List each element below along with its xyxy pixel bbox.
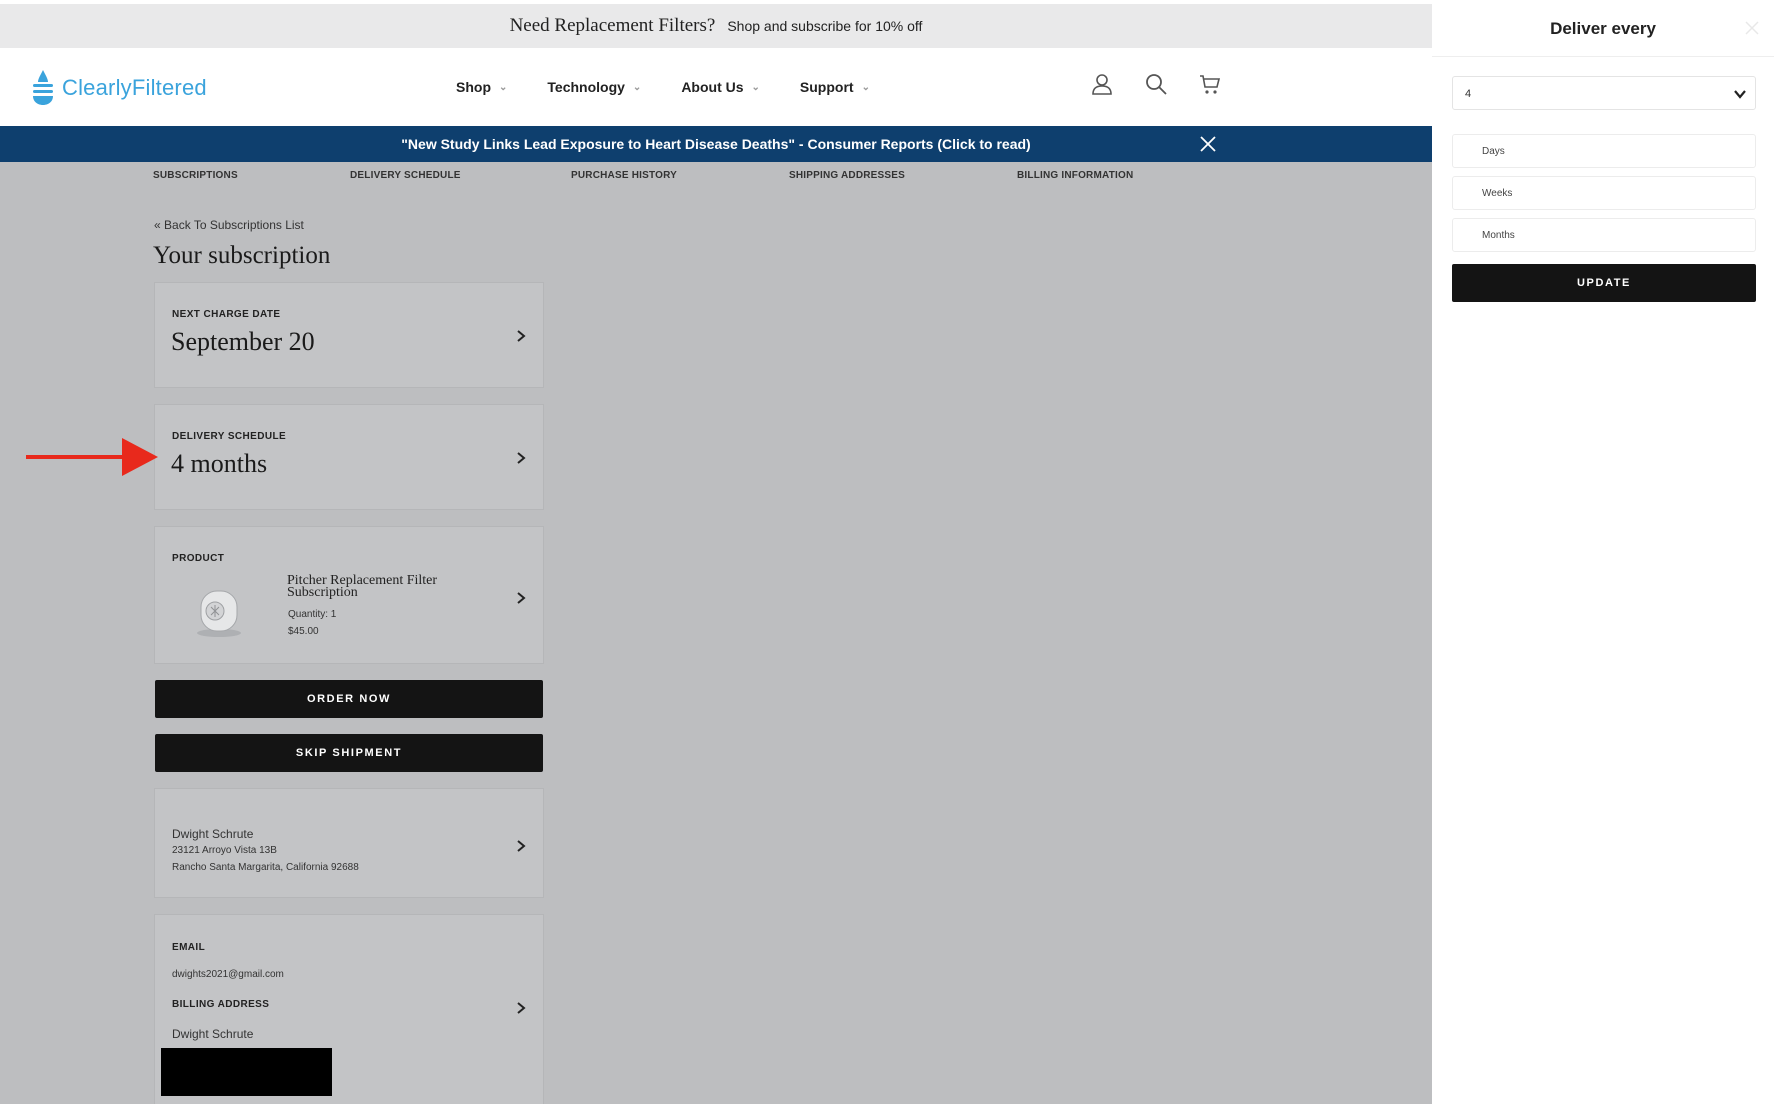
nav-label: Support	[799, 79, 854, 95]
promo-bar[interactable]: Need Replacement Filters? Shop and subsc…	[0, 4, 1432, 48]
back-link[interactable]: « Back To Subscriptions List	[154, 218, 304, 232]
chevron-down-icon: ⌄	[499, 81, 508, 93]
interval-count-select[interactable]: 4	[1452, 76, 1756, 110]
double-chevron-left-icon: «	[154, 218, 161, 232]
promo-subtext: Shop and subscribe for 10% off	[727, 18, 923, 34]
back-label: Back To Subscriptions List	[164, 218, 304, 232]
delivery-schedule-label: DELIVERY SCHEDULE	[172, 431, 287, 442]
nav-label: Shop	[456, 79, 491, 95]
email-value: dwights2021@gmail.com	[172, 969, 284, 980]
update-button[interactable]: UPDATE	[1452, 264, 1756, 302]
alert-banner[interactable]: "New Study Links Lead Exposure to Heart …	[0, 126, 1432, 162]
close-icon[interactable]	[1198, 134, 1218, 154]
order-now-button[interactable]: ORDER NOW	[155, 680, 543, 718]
next-charge-label: NEXT CHARGE DATE	[172, 309, 281, 320]
site-header: ClearlyFiltered Shop ⌄ Technology ⌄ Abou…	[0, 48, 1432, 126]
promo-headline: Need Replacement Filters?	[509, 15, 716, 36]
product-name: Pitcher Replacement Filter Subscription	[287, 573, 438, 600]
chevron-down-icon: ⌄	[632, 81, 642, 93]
chevron-down-icon: ⌄	[861, 81, 870, 93]
shipping-name: Dwight Schrute	[172, 827, 254, 841]
deliver-every-panel: Deliver every 4 Days Weeks Months UPDATE	[1432, 0, 1774, 1108]
search-icon[interactable]	[1144, 72, 1168, 96]
nav-label: Technology	[547, 79, 625, 95]
close-icon[interactable]	[1744, 20, 1760, 36]
panel-title: Deliver every	[1550, 19, 1656, 38]
chevron-right-icon	[517, 592, 526, 604]
next-charge-card[interactable]: NEXT CHARGE DATE September 20	[154, 282, 544, 388]
alert-text: "New Study Links Lead Exposure to Heart …	[401, 136, 1031, 152]
red-arrow-annotation	[26, 438, 158, 476]
shipping-line2: Rancho Santa Margarita, California 92688	[172, 862, 359, 873]
product-card[interactable]: PRODUCT Pitcher Replacement Filter Subsc…	[154, 526, 544, 664]
product-price: $45.00	[288, 626, 319, 637]
nav-shop[interactable]: Shop ⌄	[456, 79, 507, 95]
select-value: 4	[1465, 88, 1472, 100]
delivery-schedule-value: 4 months	[171, 449, 268, 478]
main-nav: Shop ⌄ Technology ⌄ About Us ⌄ Support ⌄	[456, 48, 870, 126]
shipping-line1: 23121 Arroyo Vista 13B	[172, 845, 277, 856]
chevron-right-icon	[517, 330, 526, 342]
page: Need Replacement Filters? Shop and subsc…	[0, 0, 1774, 1108]
option-days[interactable]: Days	[1452, 134, 1756, 168]
tab-purchase-history[interactable]: PURCHASE HISTORY	[571, 170, 677, 181]
product-label: PRODUCT	[172, 553, 225, 564]
option-label: Weeks	[1482, 188, 1513, 199]
brand-name: ClearlyFiltered	[62, 75, 207, 100]
shipping-address-card[interactable]: Dwight Schrute 23121 Arroyo Vista 13B Ra…	[154, 788, 544, 898]
option-months[interactable]: Months	[1452, 218, 1756, 252]
chevron-down-icon	[1734, 90, 1746, 99]
billing-address-label: BILLING ADDRESS	[172, 999, 270, 1010]
nav-about-us[interactable]: About Us ⌄	[681, 79, 760, 95]
chevron-right-icon	[517, 840, 526, 852]
next-charge-value: September 20	[171, 327, 315, 356]
tab-shipping-addresses[interactable]: SHIPPING ADDRESSES	[789, 170, 905, 181]
water-drop-logo-icon	[33, 70, 53, 105]
tab-billing-information[interactable]: BILLING INFORMATION	[1017, 170, 1133, 181]
tab-subscriptions[interactable]: SUBSCRIPTIONS	[153, 170, 238, 181]
chevron-right-icon	[517, 452, 526, 464]
nav-label: About Us	[681, 79, 744, 95]
chevron-down-icon: ⌄	[751, 81, 760, 93]
product-quantity: Quantity: 1	[288, 609, 337, 620]
account-tabs: SUBSCRIPTIONS DELIVERY SCHEDULE PURCHASE…	[0, 162, 1432, 190]
chevron-right-icon	[517, 1002, 526, 1014]
nav-technology[interactable]: Technology ⌄	[547, 79, 641, 95]
page-title: Your subscription	[153, 242, 331, 269]
filter-product-image	[197, 590, 241, 637]
logo[interactable]: ClearlyFiltered	[30, 68, 207, 108]
panel-divider	[1432, 56, 1774, 57]
redaction-box	[161, 1048, 332, 1096]
skip-shipment-button[interactable]: SKIP SHIPMENT	[155, 734, 543, 772]
site-area: Need Replacement Filters? Shop and subsc…	[0, 4, 1432, 1104]
nav-support[interactable]: Support ⌄	[800, 79, 870, 95]
option-weeks[interactable]: Weeks	[1452, 176, 1756, 210]
email-label: EMAIL	[172, 942, 206, 953]
option-label: Months	[1482, 230, 1515, 241]
option-label: Days	[1482, 146, 1505, 157]
delivery-schedule-card[interactable]: DELIVERY SCHEDULE 4 months	[154, 404, 544, 510]
billing-name: Dwight Schrute	[172, 1027, 254, 1041]
header-icons	[1090, 72, 1222, 96]
cart-icon[interactable]	[1198, 72, 1222, 96]
account-icon[interactable]	[1090, 72, 1114, 96]
tab-delivery-schedule[interactable]: DELIVERY SCHEDULE	[350, 170, 461, 181]
